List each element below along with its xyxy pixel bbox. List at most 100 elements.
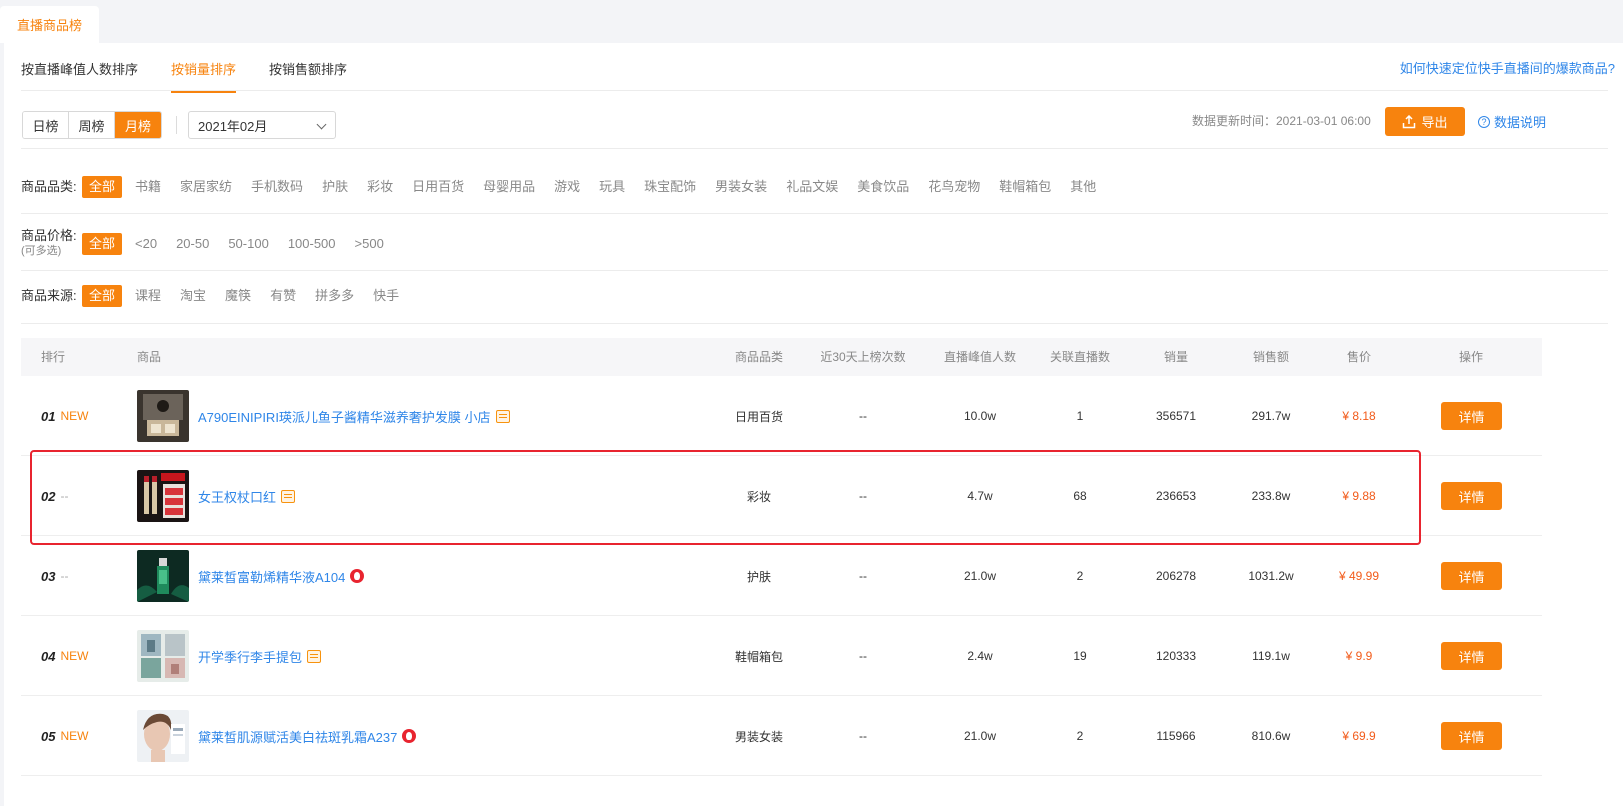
rank-number: 04	[41, 648, 56, 664]
sales-cell: 115966	[1156, 729, 1196, 743]
price-cell: ¥ 49.99	[1338, 569, 1380, 583]
category-option[interactable]: 其他	[1070, 176, 1096, 198]
source-filter: 商品来源: 全部 课程 淘宝 魔筷 有赞 拼多多 快手	[21, 285, 418, 307]
main-panel: 按直播峰值人数排序 按销量排序 按销售额排序 如何快速定位快手直播间的爆款商品?…	[4, 43, 1623, 806]
category-option[interactable]: 鞋帽箱包	[999, 176, 1051, 198]
sort-tabs: 按直播峰值人数排序 按销量排序 按销售额排序	[21, 43, 380, 93]
month-select[interactable]: 2021年02月	[188, 111, 336, 139]
category-option[interactable]: 珠宝配饰	[644, 176, 696, 198]
product-name-link[interactable]: 开学季行李手提包	[198, 616, 322, 696]
source-option[interactable]: 快手	[373, 285, 399, 307]
category-option[interactable]: 母婴用品	[483, 176, 535, 198]
price-option[interactable]: <20	[135, 233, 157, 255]
peak-viewers-cell: 2.4w	[967, 649, 993, 663]
product-name-link[interactable]: 黛莱皙富勒烯精华液A104	[198, 536, 365, 616]
rank-cell: 03 --	[41, 536, 68, 616]
product-thumbnail[interactable]	[137, 710, 189, 762]
detail-button[interactable]: 详情	[1441, 642, 1502, 670]
export-label: 导出	[1421, 115, 1448, 130]
chevron-down-icon	[316, 119, 327, 130]
times-30d-cell: --	[859, 649, 867, 663]
rank-tag: --	[60, 489, 69, 503]
source-option[interactable]: 有赞	[270, 285, 296, 307]
product-thumbnail[interactable]	[137, 470, 189, 522]
tab-live-product-rank[interactable]: 直播商品榜	[0, 6, 99, 43]
detail-button[interactable]: 详情	[1441, 402, 1502, 430]
peak-viewers-cell: 21.0w	[963, 729, 997, 743]
category-option[interactable]: 礼品文娱	[786, 176, 838, 198]
source-option[interactable]: 淘宝	[180, 285, 206, 307]
category-filter: 商品品类: 全部 书籍 家居家纺 手机数码 护肤 彩妆 日用百货 母婴用品 游戏…	[21, 176, 1115, 198]
detail-button[interactable]: 详情	[1441, 722, 1502, 750]
rank-tag: NEW	[60, 649, 89, 663]
price-option[interactable]: 50-100	[228, 233, 268, 255]
price-cell: ¥ 69.9	[1342, 729, 1376, 743]
header-product: 商品	[137, 350, 162, 364]
tab-sort-by-peak[interactable]: 按直播峰值人数排序	[21, 43, 138, 93]
revenue-cell: 291.7w	[1251, 409, 1291, 423]
rank-cell: 02 --	[41, 456, 68, 536]
price-option[interactable]: 全部	[82, 232, 123, 255]
category-option[interactable]: 手机数码	[251, 176, 303, 198]
source-option[interactable]: 课程	[135, 285, 161, 307]
sales-cell: 236653	[1155, 489, 1197, 503]
price-cell: ¥ 9.88	[1342, 489, 1376, 503]
category-option[interactable]: 美食饮品	[857, 176, 909, 198]
detail-button[interactable]: 详情	[1441, 482, 1502, 510]
category-option[interactable]: 书籍	[135, 176, 161, 198]
table-header: 排行 商品 商品品类 近30天上榜次数 直播峰值人数 关联直播数 销量 销售额 …	[21, 338, 1542, 376]
rank-number: 01	[41, 408, 56, 424]
category-cell: 男装女装	[734, 729, 784, 744]
product-name-link[interactable]: 女王权杖口红	[198, 456, 296, 536]
export-button[interactable]: 导出	[1385, 107, 1465, 136]
price-option[interactable]: 20-50	[176, 233, 209, 255]
category-option[interactable]: 游戏	[554, 176, 580, 198]
update-time: 数据更新时间：2021-03-01 06:00	[1192, 114, 1371, 128]
tab-sort-by-sales[interactable]: 按销量排序	[171, 43, 237, 93]
product-name: 黛莱皙富勒烯精华液A104	[198, 569, 346, 585]
source-option[interactable]: 全部	[82, 285, 123, 307]
category-option[interactable]: 彩妆	[367, 176, 393, 198]
tab-sort-by-revenue[interactable]: 按销售额排序	[269, 43, 347, 93]
period-daily-button[interactable]: 日榜	[23, 112, 69, 138]
flame-icon	[402, 729, 417, 743]
header-price: 售价	[1346, 350, 1372, 364]
source-option[interactable]: 拼多多	[315, 285, 354, 307]
data-explain-label: 数据说明	[1494, 115, 1547, 130]
category-option[interactable]: 男装女装	[715, 176, 767, 198]
category-option[interactable]: 玩具	[599, 176, 625, 198]
rank-tag: NEW	[60, 409, 89, 423]
period-weekly-button[interactable]: 周榜	[69, 112, 115, 138]
category-option[interactable]: 护肤	[322, 176, 348, 198]
price-option[interactable]: >500	[355, 233, 384, 255]
box-icon	[307, 649, 322, 663]
sales-cell: 120333	[1155, 649, 1197, 663]
revenue-cell: 119.1w	[1252, 649, 1290, 663]
product-name-link[interactable]: A790EINIPIRI瑛派儿鱼子酱精华滋养奢护发膜 小店	[198, 376, 510, 456]
header-revenue: 销售额	[1252, 350, 1290, 364]
period-monthly-button[interactable]: 月榜	[115, 112, 161, 138]
times-30d-cell: --	[859, 729, 867, 743]
detail-button[interactable]: 详情	[1441, 562, 1502, 590]
header-action: 操作	[1458, 350, 1484, 364]
header-times-30d: 近30天上榜次数	[820, 350, 906, 364]
category-option[interactable]: 家居家纺	[180, 176, 232, 198]
price-option[interactable]: 100-500	[288, 233, 336, 255]
data-explain-link[interactable]: ? 数据说明	[1478, 112, 1546, 131]
category-option[interactable]: 花鸟宠物	[928, 176, 980, 198]
product-thumbnail[interactable]	[137, 550, 189, 602]
rank-number: 02	[41, 488, 56, 504]
product-thumbnail[interactable]	[137, 390, 189, 442]
table-row: 03 -- 黛莱皙富勒烯精华液A104 护肤 -- 21.0w 2 206278…	[21, 536, 1542, 616]
category-cell: 彩妆	[746, 489, 772, 504]
help-link[interactable]: 如何快速定位快手直播间的爆款商品?	[1400, 58, 1615, 77]
header-rank: 排行	[41, 350, 66, 364]
product-thumbnail[interactable]	[137, 630, 189, 682]
category-option[interactable]: 全部	[82, 176, 123, 198]
source-option[interactable]: 魔筷	[225, 285, 251, 307]
category-option[interactable]: 日用百货	[412, 176, 464, 198]
product-name-link[interactable]: 黛莱皙肌源赋活美白祛斑乳霜A237	[198, 696, 417, 776]
category-cell: 鞋帽箱包	[734, 649, 784, 664]
related-lives-cell: 1	[1076, 409, 1084, 423]
source-filter-label: 商品来源:	[21, 288, 77, 303]
